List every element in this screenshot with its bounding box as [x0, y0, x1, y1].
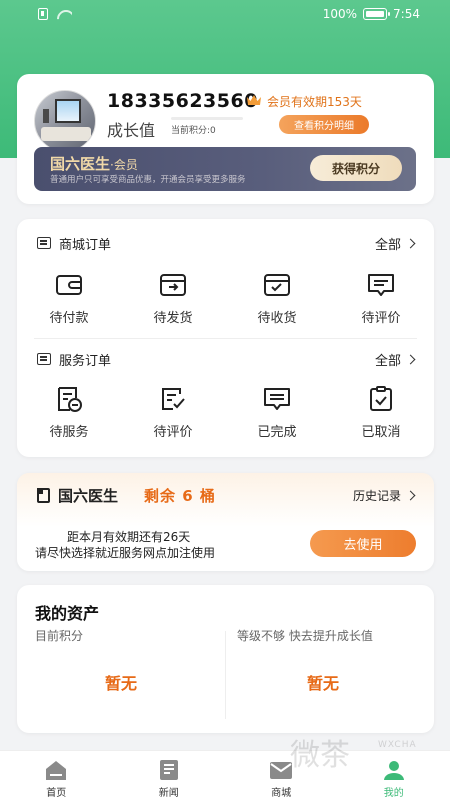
points-asset-label: 目前积分	[35, 629, 84, 643]
shop-orders-header: 商城订单 全部	[37, 233, 416, 253]
clipboard-check-icon	[370, 386, 392, 411]
vip-expire-text: 会员有效期153天	[267, 95, 362, 109]
current-points: 当前积分:0	[171, 126, 216, 136]
phone-number: 18335623560	[107, 90, 258, 112]
points-asset[interactable]: 目前积分 暂无	[35, 623, 225, 723]
crown-icon	[247, 95, 261, 105]
remaining-count: 剩余 6 桶	[144, 487, 216, 505]
tab-profile[interactable]: 我的	[338, 751, 450, 800]
comment-icon	[368, 274, 394, 296]
order-pending-receipt[interactable]: 待收货	[225, 271, 329, 326]
points-asset-value: 暂无	[105, 674, 138, 693]
profile-icon	[383, 761, 404, 780]
usage-hint: 请尽快选择就近服务网点加注使用	[35, 546, 216, 560]
member-banner-title: 国六医生·会员	[50, 155, 138, 173]
chevron-right-icon	[405, 354, 416, 364]
level-asset[interactable]: 等级不够 快去提升成长值 暂无	[237, 623, 417, 723]
member-banner-desc: 普通用户只可享受商品优惠，开通会员享受更多服务	[50, 175, 246, 185]
orders-divider	[34, 338, 417, 339]
status-bar: 100% 7:54	[0, 0, 450, 30]
list-icon	[37, 353, 51, 365]
message-done-icon	[264, 388, 290, 410]
get-points-button[interactable]: 获得积分	[310, 155, 402, 181]
points-detail-button[interactable]: 查看积分明细	[279, 115, 369, 134]
shop-orders-all-link[interactable]: 全部	[375, 234, 416, 253]
receive-box-icon	[264, 274, 290, 296]
ship-box-icon	[160, 274, 186, 296]
sim-icon	[38, 8, 48, 20]
service-orders-row: 待服务 待评价 已完成 已取消	[17, 385, 434, 440]
edit-check-icon	[162, 388, 185, 410]
order-pending-payment[interactable]: 待付款	[17, 271, 121, 326]
tab-news[interactable]: 新闻	[113, 751, 226, 800]
avatar[interactable]	[34, 90, 96, 152]
orders-card: 商城订单 全部 待付款 待发货 待收货 待评价 服务订单 全部 待服务 待评价 …	[17, 219, 434, 457]
assets-card: 我的资产 目前积分 暂无 等级不够 快去提升成长值 暂无	[17, 585, 434, 733]
doctor-card: 国六医生 剩余 6 桶 历史记录 距本月有效期还有26天 请尽快选择就近服务网点…	[17, 473, 434, 571]
history-link[interactable]: 历史记录	[353, 487, 416, 504]
clock: 7:54	[393, 7, 420, 21]
watermark-small: WXCHA	[378, 740, 417, 750]
order-pending-review[interactable]: 待评价	[329, 271, 433, 326]
battery-icon	[363, 8, 391, 20]
home-icon	[46, 761, 67, 780]
battery-percent: 100%	[322, 7, 358, 21]
assets-divider	[225, 631, 226, 719]
service-orders-title: 服务订单	[59, 353, 112, 369]
member-banner[interactable]: 国六医生·会员 普通用户只可享受商品优惠，开通会员享受更多服务 获得积分	[34, 147, 416, 191]
service-orders-header: 服务订单 全部	[37, 349, 416, 369]
document-icon	[37, 488, 50, 503]
list-icon	[37, 237, 51, 249]
chevron-right-icon	[405, 238, 416, 248]
level-asset-value: 暂无	[307, 674, 340, 693]
growth-label: 成长值	[107, 121, 156, 140]
order-pending-shipment[interactable]: 待发货	[121, 271, 225, 326]
use-button[interactable]: 去使用	[310, 530, 416, 557]
service-completed[interactable]: 已完成	[225, 385, 329, 440]
wifi-icon	[56, 8, 72, 20]
doctor-title: 国六医生	[58, 487, 119, 505]
service-doc-icon	[58, 387, 82, 412]
assets-title: 我的资产	[35, 604, 100, 623]
tab-home[interactable]: 首页	[0, 751, 113, 800]
news-icon	[159, 760, 178, 780]
shop-orders-title: 商城订单	[59, 237, 112, 253]
validity-text: 距本月有效期还有26天	[67, 530, 191, 544]
chevron-right-icon	[405, 490, 416, 501]
service-pending[interactable]: 待服务	[17, 385, 121, 440]
growth-progress-bar	[171, 117, 243, 120]
bottom-tab-bar: 首页 新闻 商城 我的	[0, 750, 450, 800]
service-cancelled[interactable]: 已取消	[329, 385, 433, 440]
watermark: 微茶	[290, 738, 350, 773]
service-orders-all-link[interactable]: 全部	[375, 350, 416, 369]
doctor-header: 国六医生 剩余 6 桶 历史记录	[37, 485, 416, 506]
wallet-icon	[56, 275, 82, 295]
service-pending-review[interactable]: 待评价	[121, 385, 225, 440]
shop-orders-row: 待付款 待发货 待收货 待评价	[17, 271, 434, 326]
level-asset-label: 等级不够 快去提升成长值	[237, 629, 373, 643]
profile-card: 18335623560 会员有效期153天 成长值 当前积分:0 查看积分明细 …	[17, 74, 434, 204]
